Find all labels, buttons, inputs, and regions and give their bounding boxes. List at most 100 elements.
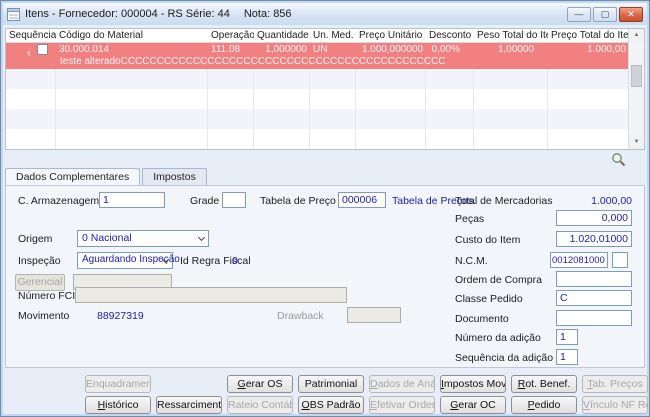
ressarcimento-button[interactable]: Ressarcimento: [156, 396, 222, 414]
sequencia-adicao-label: Sequência da adição: [455, 352, 554, 364]
tab-impostos[interactable]: Impostos: [142, 168, 207, 185]
documento-field[interactable]: [556, 310, 632, 326]
vertical-scrollbar[interactable]: ▲ ▼: [628, 29, 644, 149]
empty-row: [6, 109, 644, 129]
window-title-nota: Nota: 856: [243, 8, 292, 20]
row-sequencia: 1: [26, 50, 32, 56]
rateio-contabil-button: Rateio Contábil: [227, 396, 293, 414]
row-peso-total: 1,00000: [497, 44, 534, 55]
row-descricao: teste alteradoCCCCCCCCCCCCCCCCCCCCCCCCCC…: [60, 56, 446, 67]
numero-adicao-label: Número da adição: [455, 332, 541, 344]
efetivar-ordem-button: Efetivar Ordem: [369, 396, 435, 414]
row-quantidade: 1,000000: [265, 44, 307, 55]
row-preco-total: 1.000,00: [587, 44, 626, 55]
drawback-label: Drawback: [277, 310, 324, 322]
numero-adicao-field[interactable]: [556, 329, 578, 345]
col-quantidade[interactable]: Quantidade: [254, 29, 310, 42]
gerencial-button: Gerencial: [15, 274, 65, 291]
impostos-movto-button[interactable]: Impostos Movto: [440, 375, 506, 393]
documento-label: Documento: [455, 313, 509, 325]
maximize-button[interactable]: ▢: [593, 6, 617, 22]
numero-fci-label: Número FCI: [18, 290, 76, 302]
empty-row: [6, 69, 644, 89]
row-preco-unitario: 1.000,000000: [361, 44, 423, 55]
row-codigo-material: 30.000.014: [59, 44, 110, 55]
enquadramento-button: Enquadramento: [85, 375, 151, 393]
vinculo-nf-ref-button: Vínculo NF Ref.: [582, 396, 648, 414]
col-sequencia[interactable]: Sequência: [6, 29, 56, 42]
total-mercadorias-label: Total de Mercadorias: [455, 195, 553, 207]
row-desconto: 0,00%: [431, 44, 460, 55]
empty-row: [6, 89, 644, 109]
row-operacao: 111.08: [211, 44, 241, 55]
origem-dropdown[interactable]: 0 Nacional: [77, 230, 209, 247]
ordem-compra-field[interactable]: [556, 271, 632, 287]
items-grid: Sequência Código do Material Operação Qu…: [5, 28, 645, 150]
classe-pedido-label: Classe Pedido: [455, 293, 523, 305]
pedido-button[interactable]: Pedido: [511, 396, 577, 414]
id-regra-fiscal-label: Id Regra Fiscal: [180, 255, 251, 267]
col-codigo-material[interactable]: Código do Material: [56, 29, 208, 42]
grade-field[interactable]: [222, 192, 246, 208]
row-checkbox[interactable]: [37, 44, 48, 55]
pecas-label: Peças: [455, 213, 485, 225]
pecas-field[interactable]: [556, 210, 632, 226]
scroll-down-icon[interactable]: ▼: [629, 136, 644, 149]
ncm-field[interactable]: [550, 252, 608, 268]
window-form-icon: [7, 7, 20, 21]
scrollbar-thumb[interactable]: [631, 65, 642, 87]
c-armazenagem-label: C. Armazenagem: [18, 195, 100, 207]
obs-padrao-button[interactable]: OBS Padrão: [298, 396, 364, 414]
origem-label: Origem: [18, 233, 53, 245]
inspecao-label: Inspeção: [18, 255, 61, 267]
close-button[interactable]: ✕: [619, 6, 643, 22]
inspecao-dropdown[interactable]: Aguardando Inspeção: [77, 252, 180, 269]
tabela-preco-label: Tabela de Preço: [260, 195, 336, 207]
col-operacao[interactable]: Operação: [208, 29, 254, 42]
tab-bar: Dados Complementares Impostos: [5, 168, 209, 185]
dados-de-analise-button: Dados de Análise: [369, 375, 435, 393]
id-regra-fiscal-value: 0: [232, 255, 238, 267]
custo-item-field[interactable]: [556, 231, 632, 247]
row-sequencia-cell: 1: [6, 43, 56, 56]
movimento-label: Movimento: [18, 310, 70, 322]
custo-item-label: Custo do Item: [455, 234, 521, 246]
ncm-extra-field[interactable]: [612, 252, 628, 268]
chevron-down-icon: [197, 233, 206, 242]
classe-pedido-field[interactable]: [556, 290, 632, 306]
ncm-label: N.C.M.: [455, 255, 488, 267]
row-un-med: UN: [313, 44, 328, 55]
magnifier-icon[interactable]: [611, 152, 627, 168]
col-preco-total[interactable]: Preço Total do Item: [548, 29, 629, 42]
gerar-oc-button[interactable]: Gerar OC: [440, 396, 506, 414]
gerar-os-button[interactable]: Gerar OS: [227, 375, 293, 393]
ordem-compra-label: Ordem de Compra: [455, 274, 542, 286]
tabela-preco-field[interactable]: [338, 192, 386, 208]
drawback-field: [347, 307, 401, 323]
tab-precos-button: Tab. Preços: [582, 375, 648, 393]
dados-complementares-panel: C. Armazenagem Grade Tabela de Preço Tab…: [5, 185, 645, 368]
rot-benef-button[interactable]: Rot. Benef.: [511, 375, 577, 393]
col-un-med[interactable]: Un. Med.: [310, 29, 356, 42]
title-bar[interactable]: Itens - Fornecedor: 000004 - RS Série: 4…: [3, 3, 647, 25]
col-preco-unitario[interactable]: Preço Unitário: [356, 29, 426, 42]
table-row-selected[interactable]: 1 30.000.014 111.08 1,000000 UN 1.000,00…: [6, 43, 644, 69]
scroll-up-icon[interactable]: ▲: [629, 29, 644, 42]
historico-button[interactable]: Histórico: [85, 396, 151, 414]
total-mercadorias-value: 1.000,00: [591, 195, 632, 207]
sequencia-adicao-field[interactable]: [556, 349, 578, 365]
tab-dados-complementares[interactable]: Dados Complementares: [5, 168, 141, 185]
movimento-value: 88927319: [97, 310, 144, 322]
c-armazenagem-field[interactable]: [99, 192, 165, 208]
grade-label: Grade: [190, 195, 220, 207]
col-desconto[interactable]: Desconto: [426, 29, 474, 42]
minimize-button[interactable]: —: [567, 6, 591, 22]
patrimonial-button[interactable]: Patrimonial: [298, 375, 364, 393]
items-window: Itens - Fornecedor: 000004 - RS Série: 4…: [0, 0, 650, 417]
client-area: Sequência Código do Material Operação Qu…: [3, 25, 648, 414]
col-peso-total[interactable]: Peso Total do Item: [474, 29, 548, 42]
window-title: Itens - Fornecedor: 000004 - RS Série: 4…: [25, 8, 230, 20]
numero-fci-field: [75, 287, 347, 303]
empty-row: [6, 129, 644, 149]
grid-header: Sequência Código do Material Operação Qu…: [6, 29, 644, 43]
